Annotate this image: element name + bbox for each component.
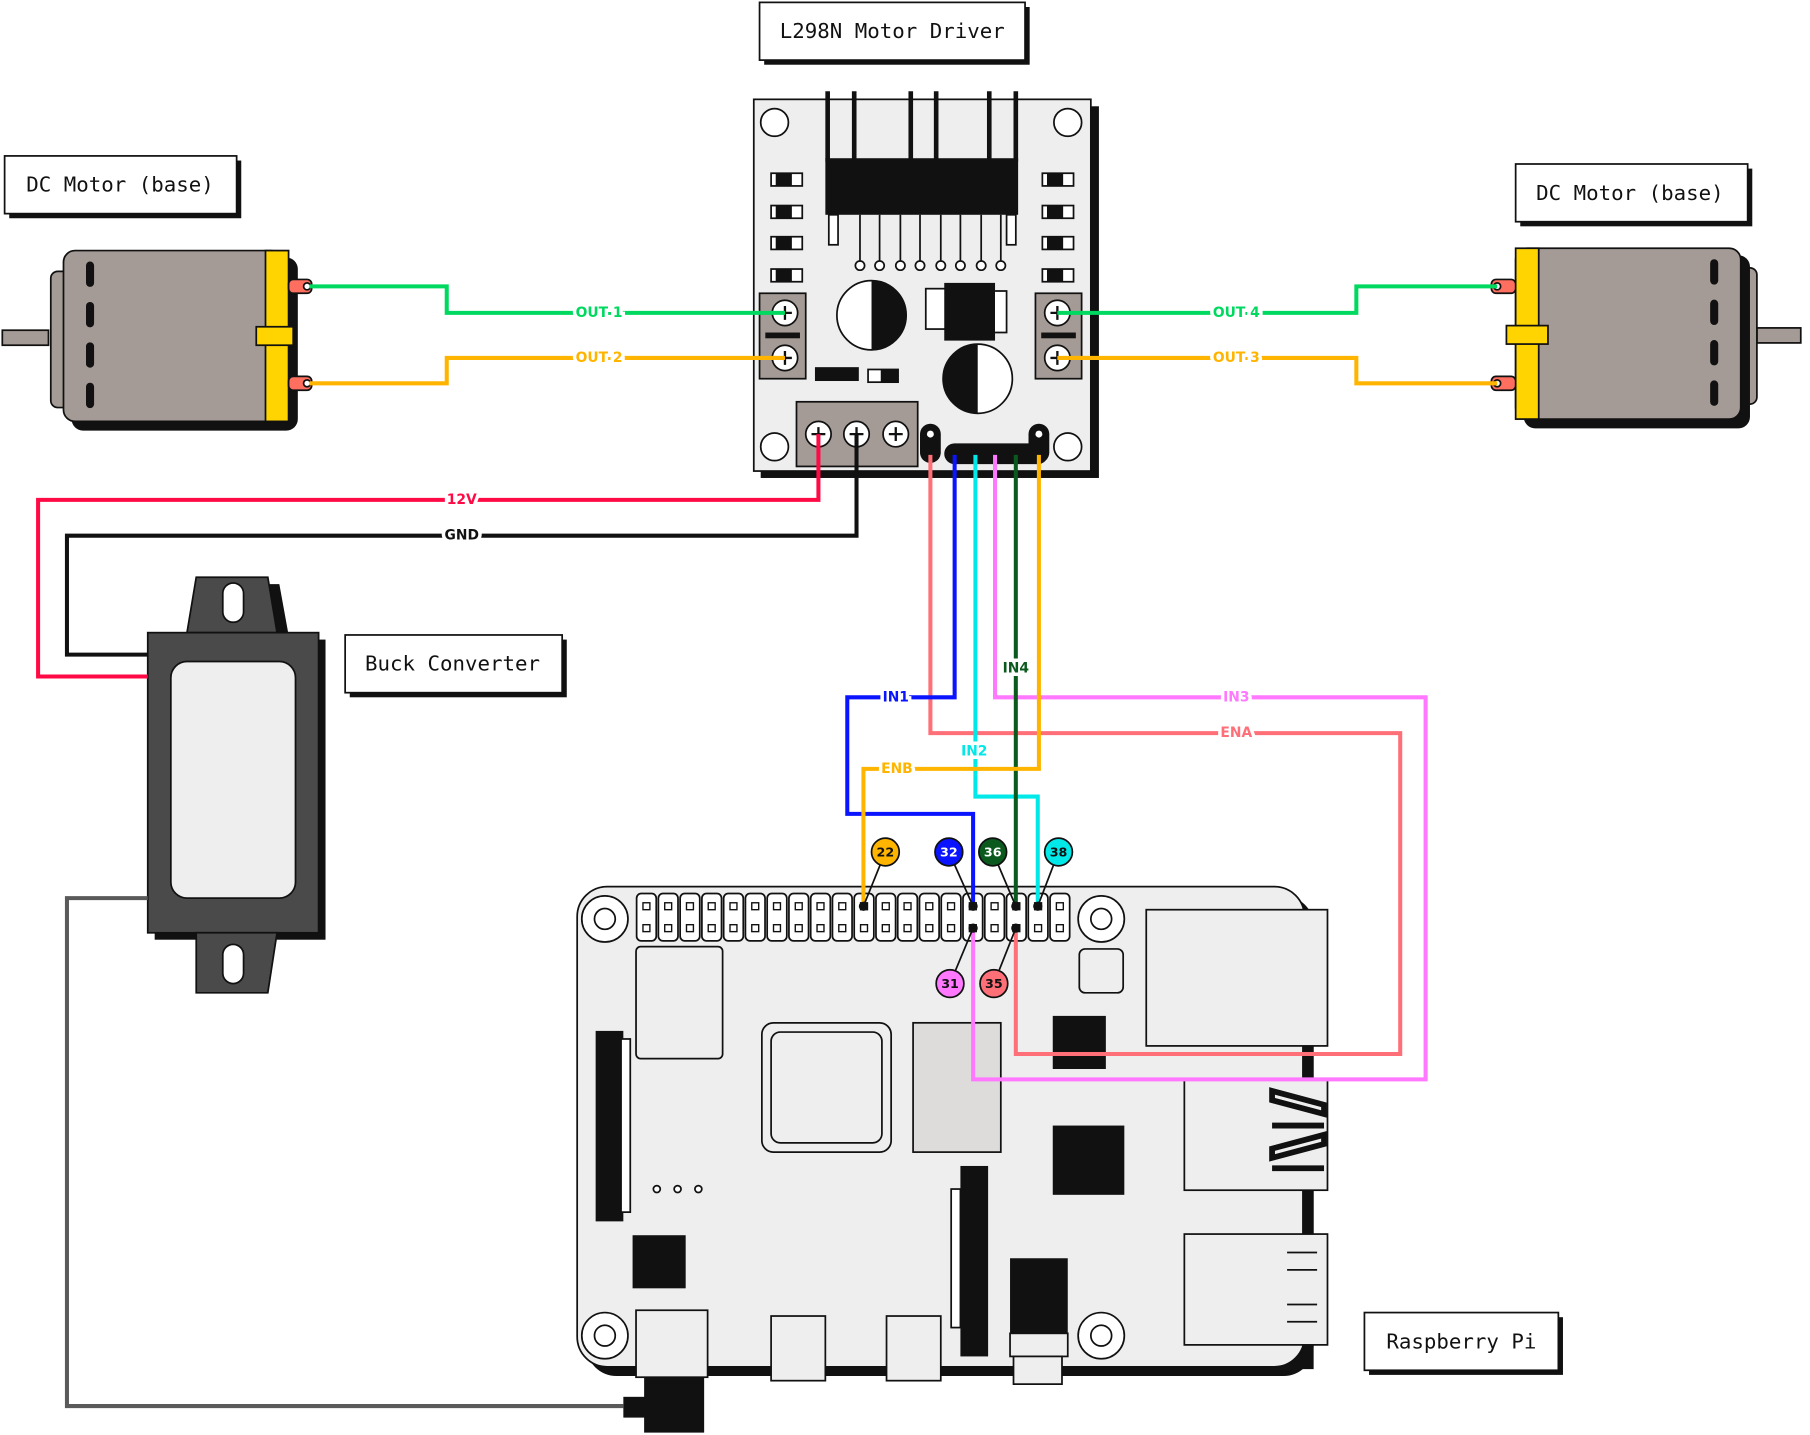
gpio-pin: [881, 924, 890, 933]
gpio-pin-column: [657, 892, 679, 942]
dc-motor-right: [1490, 247, 1802, 429]
wire-gnd: [64, 434, 859, 657]
motor-left-title: DC Motor (base): [26, 173, 214, 197]
pin-number-32: 32: [940, 844, 958, 859]
gpio-pin-column: [635, 892, 658, 942]
wire-label-out4: OUT 4: [1213, 305, 1260, 321]
gpio-pin: [946, 924, 956, 933]
gpio-pin: [816, 902, 825, 911]
gpio-pin: [707, 924, 716, 933]
gpio-pin-column: [875, 892, 897, 942]
gpio-pin: [685, 924, 695, 933]
gpio-pin: [642, 902, 651, 911]
wire-label-out3: OUT 3: [1213, 350, 1260, 366]
gpio-pin-column: [788, 892, 810, 942]
wire-out1: [309, 284, 785, 315]
gpio-pin: [838, 924, 847, 933]
l298n-board: [752, 91, 1099, 478]
gpio-pin-column: [831, 892, 853, 942]
dc-motor-left: [1, 249, 313, 431]
gpio-pin: [816, 924, 825, 933]
gpio-pin: [925, 924, 934, 933]
gpio-pin: [990, 902, 999, 911]
gpio-pin: [794, 902, 803, 911]
gpio-pin: [664, 902, 673, 911]
gpio-pin-column: [1049, 892, 1071, 942]
wire-label-12v: 12V: [447, 492, 477, 508]
wire-out4: [1057, 284, 1498, 315]
wire-label-enb: ENB: [881, 761, 913, 777]
gpio-pin-column: [983, 892, 1006, 942]
wire-label-out1: OUT 1: [576, 305, 623, 321]
gpio-pin-column: [809, 892, 832, 942]
label-driver: L298N Motor Driver: [758, 1, 1030, 65]
wire-label-gnd: GND: [445, 528, 479, 544]
gpio-pin: [794, 924, 803, 933]
gpio-pin: [751, 924, 760, 933]
wire-label-in4: IN4: [1003, 660, 1029, 676]
gpio-pin: [859, 924, 869, 933]
gpio-pin-column: [918, 892, 940, 942]
wire-label-out2: OUT 2: [576, 350, 623, 366]
buck-title: Buck Converter: [365, 652, 540, 676]
pin-number-38: 38: [1050, 844, 1068, 859]
gpio-pin: [946, 902, 956, 911]
gpio-pin-column: [744, 892, 766, 942]
gpio-pin: [1055, 902, 1065, 911]
wire-label-in1: IN1: [883, 689, 909, 705]
gpio-pin: [685, 902, 695, 911]
pin-number-22: 22: [877, 844, 895, 859]
gpio-pin-column: [722, 892, 745, 942]
wire-label-ena: ENA: [1220, 725, 1252, 741]
gpio-pin: [990, 924, 999, 933]
driver-title: L298N Motor Driver: [780, 19, 1005, 43]
wiring-diagram: OUT 1 OUT 2 OUT 4 OUT 3 12V GND IN4 IN1 …: [1, 1, 1802, 1433]
gpio-pin: [1055, 924, 1065, 933]
gpio-pin: [881, 902, 890, 911]
gpio-pin: [729, 924, 738, 933]
gpio-pin-column: [701, 892, 723, 942]
motor-right-title: DC Motor (base): [1536, 181, 1724, 205]
gpio-pin-column: [766, 892, 788, 942]
gpio-pin: [772, 902, 782, 911]
raspberry-pi-board: [576, 885, 1329, 1433]
wire-pi-power: [64, 896, 624, 1409]
gpio-pin: [903, 924, 912, 933]
label-pi: Raspberry Pi: [1363, 1311, 1563, 1375]
wire-in2: [973, 454, 1040, 907]
buck-converter: [146, 576, 326, 994]
pi-title: Raspberry Pi: [1386, 1329, 1536, 1353]
gpio-pin: [903, 902, 912, 911]
gpio-pin: [751, 902, 760, 911]
label-buck: Buck Converter: [344, 634, 567, 698]
gpio-pin-column: [896, 892, 919, 942]
label-motor-right: DC Motor (base): [1514, 163, 1753, 227]
gpio-pin: [707, 902, 716, 911]
gpio-pin: [642, 924, 651, 933]
label-motor-left: DC Motor (base): [3, 155, 242, 219]
gpio-pin: [664, 924, 673, 933]
wire-label-in2: IN2: [961, 744, 987, 760]
gpio-pin: [925, 902, 934, 911]
gpio-pin: [772, 924, 782, 933]
gpio-pin-column: [679, 892, 701, 942]
wire-out3: [1057, 355, 1498, 386]
pin-number-35: 35: [985, 976, 1003, 991]
gpio-pin: [838, 902, 847, 911]
pin-number-31: 31: [941, 976, 959, 991]
gpio-pin: [729, 902, 738, 911]
gpio-pin-column: [940, 892, 962, 942]
pin-number-36: 36: [984, 844, 1002, 859]
gpio-pin: [1033, 924, 1043, 933]
wire-out2: [309, 355, 785, 386]
wire-label-in3: IN3: [1223, 689, 1249, 705]
